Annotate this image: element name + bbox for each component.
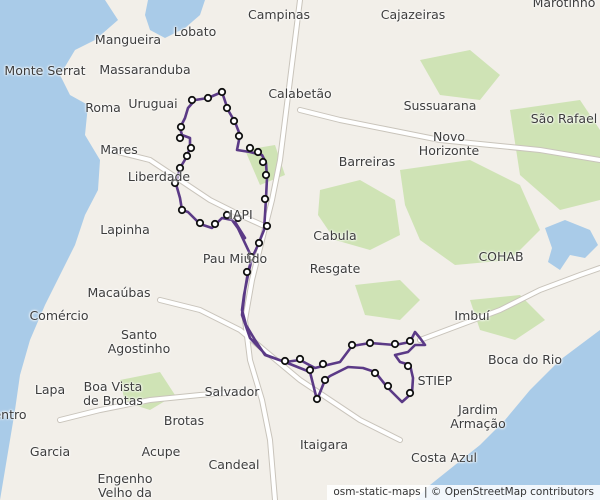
route-stop-marker[interactable]	[233, 213, 243, 223]
route-stop-marker[interactable]	[229, 116, 239, 126]
route-stop-marker[interactable]	[261, 170, 271, 180]
route-stop-marker[interactable]	[312, 394, 322, 404]
route-stop-marker[interactable]	[383, 381, 393, 391]
route-stop-marker[interactable]	[280, 356, 290, 366]
route-stop-marker[interactable]	[186, 143, 196, 153]
map-base-layer	[0, 0, 600, 500]
route-stop-marker[interactable]	[405, 336, 415, 346]
route-stop-marker[interactable]	[305, 365, 315, 375]
route-stop-marker[interactable]	[318, 359, 328, 369]
route-stop-marker[interactable]	[177, 205, 187, 215]
route-stop-marker[interactable]	[203, 93, 213, 103]
route-stop-marker[interactable]	[347, 340, 357, 350]
route-stop-marker[interactable]	[370, 368, 380, 378]
route-stop-marker[interactable]	[258, 157, 268, 167]
route-stop-marker[interactable]	[295, 354, 305, 364]
route-stop-marker[interactable]	[170, 178, 180, 188]
route-stop-marker[interactable]	[365, 338, 375, 348]
route-stop-marker[interactable]	[320, 375, 330, 385]
route-stop-marker[interactable]	[234, 131, 244, 141]
route-stop-marker[interactable]	[390, 339, 400, 349]
route-stop-marker[interactable]	[405, 388, 415, 398]
route-stop-marker[interactable]	[245, 143, 255, 153]
route-stop-marker[interactable]	[175, 163, 185, 173]
route-stop-marker[interactable]	[262, 221, 272, 231]
route-stop-marker[interactable]	[222, 103, 232, 113]
route-stop-marker[interactable]	[403, 361, 413, 371]
route-stop-marker[interactable]	[242, 267, 252, 277]
route-stop-marker[interactable]	[187, 95, 197, 105]
ocean-water	[415, 330, 600, 500]
map-attribution[interactable]: osm-static-maps | © OpenStreetMap contri…	[327, 485, 600, 500]
map-canvas[interactable]: Campinas Cajazeiras Marotinho Mangueira Loba…	[0, 0, 600, 500]
route-stop-marker[interactable]	[195, 218, 205, 228]
route-stop-marker[interactable]	[246, 252, 256, 262]
route-stop-marker[interactable]	[217, 87, 227, 97]
route-stop-marker[interactable]	[182, 151, 192, 161]
route-stop-marker[interactable]	[176, 122, 186, 132]
route-stop-marker[interactable]	[210, 219, 220, 229]
route-stop-marker[interactable]	[253, 147, 263, 157]
bay-water	[0, 0, 118, 500]
route-stop-marker[interactable]	[254, 238, 264, 248]
cove-water	[145, 0, 205, 38]
route-stop-marker[interactable]	[175, 133, 185, 143]
route-stop-marker[interactable]	[260, 194, 270, 204]
lake-water	[545, 220, 598, 270]
route-stop-marker[interactable]	[222, 210, 232, 220]
